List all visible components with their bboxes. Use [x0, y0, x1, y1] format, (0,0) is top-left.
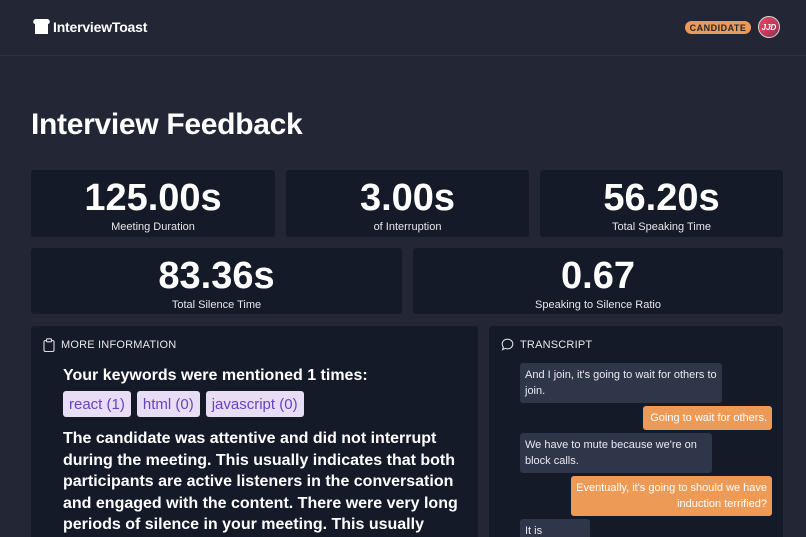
stat-meeting-duration: 125.00s Meeting Duration	[31, 170, 275, 237]
keyword-list: react (1) html (0) javascript (0)	[63, 391, 304, 417]
logo[interactable]: InterviewToast	[32, 18, 147, 35]
page-title: Interview Feedback	[31, 108, 303, 141]
chat-bubble-icon	[501, 338, 514, 351]
stat-label: Total Silence Time	[171, 299, 262, 311]
transcript-message: We have to mute because we're on block c…	[520, 433, 712, 473]
stat-label: Meeting Duration	[111, 221, 195, 233]
stat-label: Speaking to Silence Ratio	[535, 299, 661, 311]
transcript-panel[interactable]: TRANSCRIPT And I join, it's going to wai…	[489, 326, 783, 537]
transcript-message: It is working.	[520, 519, 590, 537]
stat-value: 3.00s	[359, 177, 456, 219]
stat-value: 56.20s	[603, 177, 720, 219]
clipboard-icon	[43, 338, 55, 352]
more-information-title: MORE INFORMATION	[61, 339, 177, 351]
keyword-chip-react: react (1)	[63, 391, 131, 417]
keywords-heading: Your keywords were mentioned 1 times:	[63, 367, 368, 384]
stat-speaking-time: 56.20s Total Speaking Time	[540, 170, 783, 237]
more-information-panel: MORE INFORMATION Your keywords were ment…	[31, 326, 478, 537]
transcript-header: TRANSCRIPT	[501, 338, 592, 351]
toast-icon	[33, 19, 50, 34]
more-information-header: MORE INFORMATION	[43, 338, 176, 352]
keyword-chip-html: html (0)	[136, 391, 200, 417]
transcript-message: Going to wait for others.	[643, 406, 772, 430]
avatar[interactable]: JJD	[758, 16, 780, 38]
feedback-text: The candidate was attentive and did not …	[63, 430, 458, 533]
stat-label: of Interruption	[373, 221, 442, 233]
stat-value: 83.36s	[158, 255, 275, 297]
page: InterviewToast CANDIDATE JJD Interview F…	[0, 0, 806, 537]
transcript-message: And I join, it's going to wait for other…	[520, 363, 722, 403]
stat-label: Total Speaking Time	[611, 221, 712, 233]
stat-interruption: 3.00s of Interruption	[286, 170, 529, 237]
keyword-chip-javascript: javascript (0)	[205, 391, 304, 417]
stat-speaking-silence-ratio: 0.67 Speaking to Silence Ratio	[413, 248, 783, 314]
stat-value: 0.67	[561, 255, 635, 297]
role-badge: CANDIDATE	[685, 21, 751, 34]
transcript-title: TRANSCRIPT	[520, 338, 593, 351]
top-bar: InterviewToast CANDIDATE JJD	[0, 0, 806, 56]
transcript-message: Eventually, it's going to should we have…	[571, 476, 772, 516]
logo-text: InterviewToast	[53, 18, 148, 35]
stat-silence-time: 83.36s Total Silence Time	[31, 248, 402, 314]
stat-value: 125.00s	[84, 177, 222, 219]
